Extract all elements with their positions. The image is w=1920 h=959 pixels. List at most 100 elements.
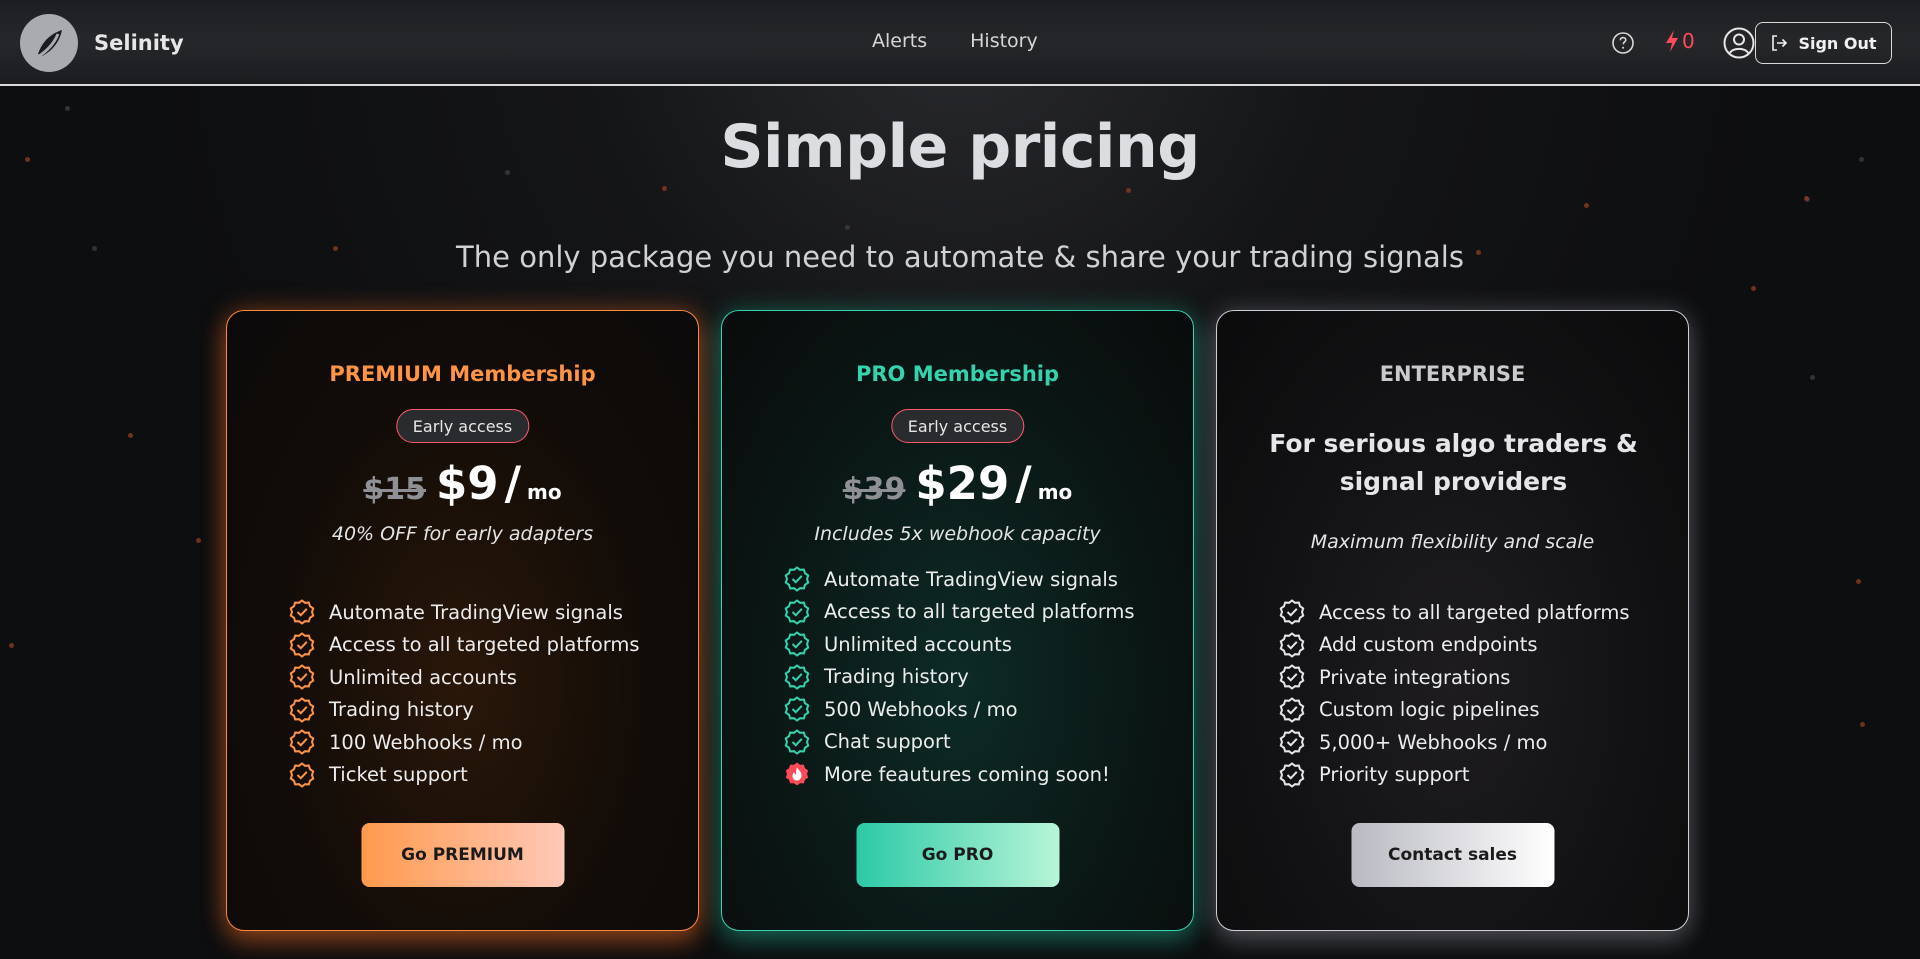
- current-price: $29: [915, 457, 1010, 510]
- nav-history[interactable]: History: [970, 30, 1038, 52]
- feature-list: Access to all targeted platforms Add cus…: [1217, 596, 1688, 791]
- feature-item: 5,000+ Webhooks / mo: [1279, 726, 1688, 759]
- feature-item: Trading history: [784, 661, 1193, 694]
- feature-text: 500 Webhooks / mo: [824, 697, 1018, 721]
- check-badge-icon: [1279, 631, 1305, 658]
- check-badge-icon: [1279, 729, 1305, 756]
- current-price: $9: [435, 457, 499, 510]
- feature-item: Access to all targeted platforms: [784, 596, 1193, 629]
- feature-item: Chat support: [784, 726, 1193, 759]
- price-separator: /: [504, 457, 522, 510]
- feature-item: Access to all targeted platforms: [1279, 596, 1688, 629]
- feature-text: Automate TradingView signals: [329, 600, 623, 624]
- feature-item: More feautures coming soon!: [784, 758, 1193, 791]
- feature-item: Unlimited accounts: [289, 661, 698, 694]
- check-badge-icon: [289, 696, 315, 723]
- feature-text: 100 Webhooks / mo: [329, 730, 523, 754]
- plan-tagline: Includes 5x webhook capacity: [814, 523, 1101, 545]
- plan-card-premium: PREMIUM Membership Early access $15 $9/mo…: [226, 310, 699, 931]
- check-badge-icon: [1279, 599, 1305, 626]
- nav-alerts[interactable]: Alerts: [872, 30, 927, 52]
- plan-title: ENTERPRISE: [1379, 362, 1526, 386]
- check-badge-icon: [289, 761, 315, 788]
- old-price: $39: [842, 472, 906, 507]
- feature-text: Chat support: [824, 730, 951, 754]
- feature-text: Priority support: [1319, 763, 1470, 787]
- check-badge-icon: [784, 598, 810, 625]
- feature-text: Trading history: [329, 698, 474, 722]
- feature-text: Access to all targeted platforms: [1319, 600, 1630, 624]
- check-badge-icon: [289, 631, 315, 658]
- check-badge-icon: [1279, 761, 1305, 788]
- check-badge-icon: [289, 664, 315, 691]
- feature-text: 5,000+ Webhooks / mo: [1319, 730, 1548, 754]
- feature-item: Add custom endpoints: [1279, 629, 1688, 662]
- plan-price: $15 $9/mo: [227, 457, 698, 510]
- check-badge-icon: [289, 729, 315, 756]
- page-title: Simple pricing: [720, 112, 1200, 182]
- early-access-badge: Early access: [890, 409, 1025, 443]
- feature-item: Unlimited accounts: [784, 628, 1193, 661]
- feature-item: 100 Webhooks / mo: [289, 726, 698, 759]
- sign-out-label: Sign Out: [1798, 33, 1877, 53]
- plan-title: PRO Membership: [855, 362, 1060, 386]
- logout-icon: [1772, 35, 1788, 51]
- feature-text: Ticket support: [329, 763, 468, 787]
- plan-tagline: 40% OFF for early adapters: [331, 523, 594, 545]
- feature-item: Access to all targeted platforms: [289, 629, 698, 662]
- feature-item: 500 Webhooks / mo: [784, 693, 1193, 726]
- feature-text: Access to all targeted platforms: [824, 600, 1135, 624]
- feature-list: Automate TradingView signals Access to a…: [722, 563, 1193, 791]
- price-period: mo: [1037, 480, 1073, 504]
- feature-text: Unlimited accounts: [329, 665, 517, 689]
- plan-price: $39 $29/mo: [722, 457, 1193, 510]
- alert-credits[interactable]: 0: [1664, 29, 1695, 53]
- top-navbar: Selinity Alerts History 0 Sign Out: [0, 0, 1920, 86]
- feature-list: Automate TradingView signals Access to a…: [227, 596, 698, 791]
- feature-item: Automate TradingView signals: [289, 596, 698, 629]
- sign-out-button[interactable]: Sign Out: [1755, 22, 1892, 64]
- page-subtitle: The only package you need to automate & …: [456, 240, 1464, 274]
- feature-item: Custom logic pipelines: [1279, 694, 1688, 727]
- feature-text: Trading history: [824, 665, 969, 689]
- price-separator: /: [1015, 457, 1032, 510]
- check-badge-icon: [1279, 664, 1305, 691]
- lightning-icon: [1666, 30, 1678, 52]
- feature-item: Private integrations: [1279, 661, 1688, 694]
- feature-text: Add custom endpoints: [1319, 633, 1538, 657]
- feature-item: Ticket support: [289, 759, 698, 792]
- feature-text: Unlimited accounts: [824, 632, 1012, 656]
- feature-text: Automate TradingView signals: [824, 567, 1118, 591]
- brand[interactable]: Selinity: [20, 14, 184, 72]
- check-badge-icon: [1279, 696, 1305, 723]
- user-account-icon[interactable]: [1722, 26, 1756, 60]
- help-icon[interactable]: [1611, 31, 1635, 55]
- check-badge-icon: [289, 599, 315, 626]
- plan-tagline: Maximum flexibility and scale: [1310, 531, 1595, 553]
- early-access-badge: Early access: [395, 409, 530, 443]
- check-badge-icon: [784, 728, 810, 755]
- plan-title: PREMIUM Membership: [329, 362, 596, 386]
- go-pro-button[interactable]: Go PRO: [856, 823, 1059, 887]
- contact-sales-button[interactable]: Contact sales: [1351, 823, 1554, 887]
- feature-text: Custom logic pipelines: [1319, 698, 1540, 722]
- feature-text: Access to all targeted platforms: [329, 633, 640, 657]
- alert-count: 0: [1682, 29, 1695, 53]
- plan-card-pro: PRO Membership Early access $39 $29/mo In…: [721, 310, 1194, 931]
- fire-badge-icon: [785, 762, 809, 786]
- brand-name: Selinity: [94, 31, 184, 55]
- price-period: mo: [527, 480, 562, 504]
- main-nav: Alerts History: [872, 30, 1038, 52]
- go-premium-button[interactable]: Go PREMIUM: [361, 823, 564, 887]
- plan-card-enterprise: ENTERPRISE For serious algo traders & si…: [1216, 310, 1689, 931]
- feature-text: More feautures coming soon!: [824, 762, 1110, 786]
- check-badge-icon: [784, 631, 810, 658]
- plan-headline: For serious algo traders & signal provid…: [1269, 429, 1638, 496]
- feature-item: Automate TradingView signals: [784, 563, 1193, 596]
- old-price: $15: [363, 472, 426, 507]
- feature-item: Trading history: [289, 694, 698, 727]
- feature-text: Private integrations: [1319, 665, 1511, 689]
- feature-item: Priority support: [1279, 759, 1688, 792]
- check-badge-icon: [784, 566, 810, 593]
- check-badge-icon: [784, 696, 810, 723]
